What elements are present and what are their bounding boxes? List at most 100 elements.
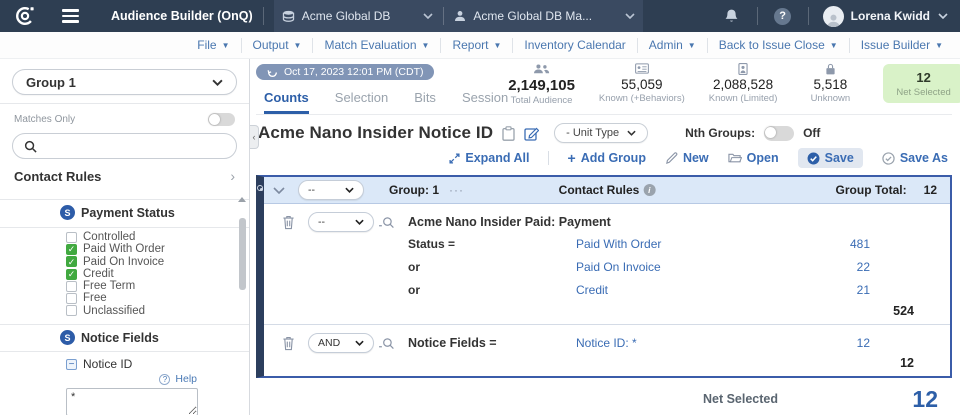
rule-name: Notice Fields = <box>408 336 576 350</box>
delete-trash-icon[interactable] <box>282 215 295 230</box>
rule-row-notice-fields: AND Notice Fields = <box>264 325 950 376</box>
chevron-down-icon <box>345 187 354 193</box>
database-selector[interactable]: Acme Global DB <box>282 9 434 23</box>
section-s-icon: S <box>60 330 75 345</box>
condition-count: 21 <box>818 283 870 297</box>
checkbox-free[interactable]: Free <box>66 292 249 304</box>
divider <box>263 7 264 25</box>
menu-file[interactable]: File▼ <box>186 38 240 53</box>
rule-operator-select[interactable]: -- <box>308 212 374 232</box>
notice-fields-header[interactable]: S Notice Fields <box>0 325 249 350</box>
tab-session[interactable]: Session <box>462 90 508 114</box>
rule-condition: Status = Paid With Order 481 <box>264 232 950 255</box>
menu-report[interactable]: Report▼ <box>440 38 512 53</box>
search-input[interactable] <box>43 139 225 153</box>
group-operator-select[interactable]: -- <box>298 180 364 200</box>
save-as-button[interactable]: Save As <box>882 151 948 165</box>
checkbox[interactable] <box>66 269 77 280</box>
checkbox[interactable] <box>66 305 77 316</box>
group-menu-ellipsis[interactable]: ··· <box>449 183 464 197</box>
account-selector[interactable]: Acme Global DB Ma... <box>454 9 635 23</box>
stat-known-behaviors: 55,059 Known (+Behaviors) <box>599 63 685 104</box>
net-selected-footer-value: 12 <box>778 387 938 411</box>
header-left: Oct 17, 2023 12:01 PM (CDT) Counts Selec… <box>256 59 508 114</box>
condition-value-link[interactable]: Credit <box>576 283 818 297</box>
checkbox-free-term[interactable]: Free Term <box>66 280 249 292</box>
group-header: -- Group: 1 ··· Contact Rules i Group To… <box>264 177 950 204</box>
group-collapse-chevron-icon[interactable] <box>273 187 285 194</box>
tab-counts[interactable]: Counts <box>264 90 309 114</box>
info-icon[interactable]: i <box>643 184 655 196</box>
checkbox[interactable] <box>66 244 77 255</box>
group-label: Group: 1 <box>389 183 439 197</box>
menu-inventory-calendar[interactable]: Inventory Calendar <box>512 38 636 53</box>
user-avatar[interactable] <box>823 6 844 27</box>
rule-operator-select[interactable]: AND <box>308 333 374 353</box>
database-selectors: Acme Global DB Acme Global DB Ma... <box>274 0 643 32</box>
checkbox[interactable] <box>66 256 77 267</box>
checkbox[interactable] <box>66 293 77 304</box>
sidebar-search[interactable] <box>12 133 237 159</box>
sidebar-collapse-handle[interactable]: ‹ <box>250 125 259 149</box>
menu-admin[interactable]: Admin▼ <box>637 38 707 53</box>
plus-icon: + <box>568 153 576 163</box>
rule-lookup-icon[interactable] <box>378 337 408 350</box>
chevron-down-icon[interactable] <box>938 13 948 19</box>
rule-condition: or Paid On Invoice 22 <box>264 255 950 278</box>
folder-open-icon <box>728 152 742 164</box>
save-button[interactable]: Save <box>798 148 863 168</box>
condition-count: 12 <box>818 336 870 350</box>
checkbox-paid-with-order[interactable]: Paid With Order <box>66 243 249 255</box>
condition-value-link[interactable]: Notice ID: * <box>576 336 818 350</box>
menu-issue-builder[interactable]: Issue Builder▼ <box>849 38 954 53</box>
user-name[interactable]: Lorena Kwidd <box>851 9 930 23</box>
copy-clipboard-icon[interactable] <box>502 126 515 141</box>
menu-output[interactable]: Output▼ <box>241 38 313 53</box>
refresh-timestamp-pill[interactable]: Oct 17, 2023 12:01 PM (CDT) <box>256 64 434 80</box>
notifications-bell-icon[interactable] <box>717 8 747 24</box>
delete-trash-icon[interactable] <box>282 336 295 351</box>
group-select[interactable]: Group 1 <box>12 69 237 95</box>
checkbox-paid-on-invoice[interactable]: Paid On Invoice <box>66 256 249 268</box>
chevron-down-icon <box>625 13 635 19</box>
query-title: Acme Nano Insider Notice ID <box>258 123 493 143</box>
tab-bits[interactable]: Bits <box>414 90 436 114</box>
tab-selection[interactable]: Selection <box>335 90 388 114</box>
menu-back-to-issue-close[interactable]: Back to Issue Close▼ <box>707 38 849 53</box>
expand-all-button[interactable]: Expand All <box>449 151 548 165</box>
checkbox[interactable] <box>66 281 77 292</box>
check-circle-filled-icon <box>807 152 820 165</box>
help-link[interactable]: ? Help <box>0 373 249 387</box>
nth-groups-toggle[interactable] <box>764 126 794 141</box>
matches-only-label: Matches Only <box>14 114 75 125</box>
scrollbar-thumb[interactable] <box>239 218 246 290</box>
collapse-minus-icon[interactable]: − <box>66 359 77 370</box>
app-logo-icon[interactable] <box>14 5 36 27</box>
edit-pencil-icon[interactable] <box>524 126 539 141</box>
checkbox[interactable] <box>66 232 77 243</box>
rule-lookup-icon[interactable] <box>378 216 408 229</box>
stat-unknown: 5,518 Unknown <box>801 63 859 104</box>
condition-value-link[interactable]: Paid On Invoice <box>576 260 818 274</box>
condition-value-link[interactable]: Paid With Order <box>576 237 818 251</box>
menu-hamburger-icon[interactable] <box>62 9 79 22</box>
new-button[interactable]: New <box>665 151 709 165</box>
sidebar-scrollbar[interactable] <box>238 197 246 413</box>
main-panel: Oct 17, 2023 12:01 PM (CDT) Counts Selec… <box>250 59 960 415</box>
checkbox-controlled[interactable]: Controlled <box>66 231 249 243</box>
open-button[interactable]: Open <box>728 151 779 165</box>
help-icon[interactable]: ? <box>768 8 798 25</box>
matches-only-toggle[interactable] <box>208 113 235 126</box>
add-group-button[interactable]: + Add Group <box>568 151 646 165</box>
scroll-up-arrow-icon[interactable] <box>238 197 246 202</box>
menu-match-evaluation[interactable]: Match Evaluation▼ <box>312 38 440 53</box>
main-header: Oct 17, 2023 12:01 PM (CDT) Counts Selec… <box>256 59 952 115</box>
checkbox-credit[interactable]: Credit <box>66 268 249 280</box>
payment-status-header[interactable]: S Payment Status <box>0 200 249 225</box>
sidebar-contact-rules[interactable]: Contact Rules › <box>0 159 249 191</box>
payment-status-options: Controlled Paid With Order Paid On Invoi… <box>0 228 249 322</box>
checkbox-unclassified[interactable]: Unclassified <box>66 305 249 317</box>
notice-id-query-input[interactable]: * <box>66 388 198 415</box>
rule-name: Acme Nano Insider Paid: Payment <box>408 215 870 229</box>
unit-type-select[interactable]: - Unit Type <box>554 123 648 143</box>
